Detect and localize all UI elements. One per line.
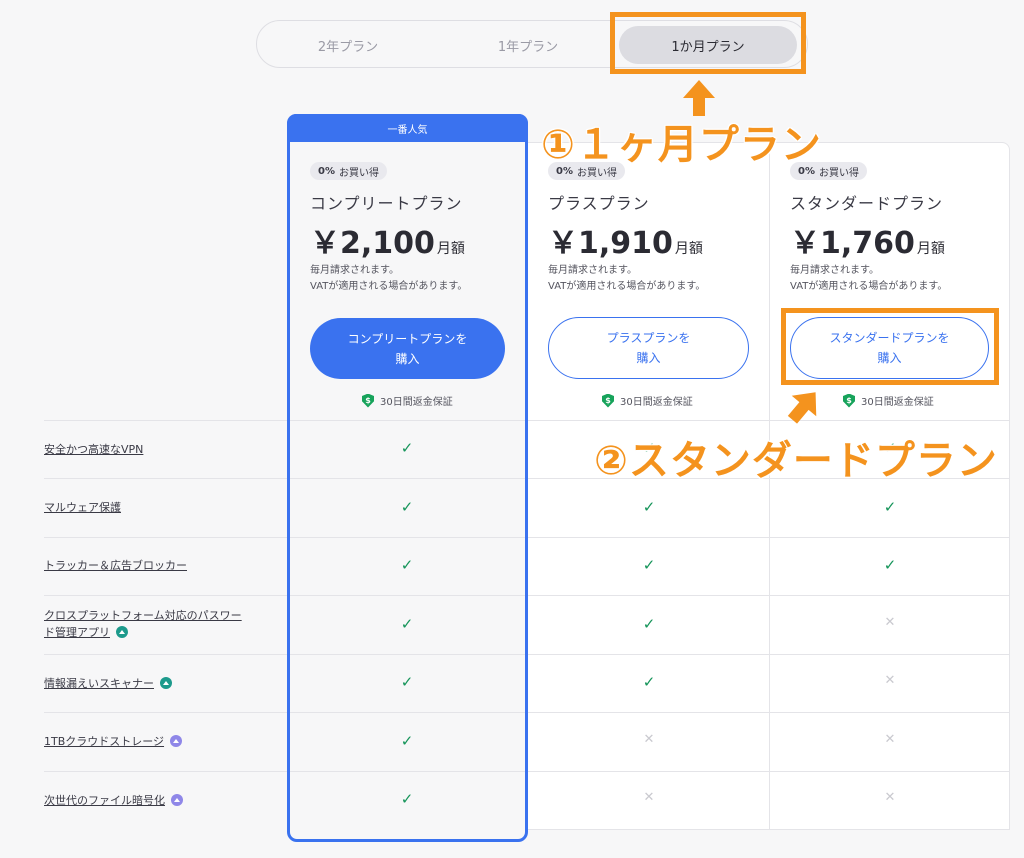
billing-note: 毎月請求されます。 VATが適用される場合があります。 (310, 265, 468, 292)
cross-icon: ✕ (884, 731, 896, 747)
check-icon: ✓ (400, 673, 414, 691)
cross-icon: ✕ (643, 731, 655, 747)
check-icon: ✓ (642, 556, 656, 574)
annotation-1-month-plan: ①１ヶ月プラン (541, 122, 822, 168)
check-icon: ✓ (400, 497, 414, 516)
cross-icon: ✕ (884, 673, 896, 688)
check-icon: ✓ (642, 614, 656, 633)
premium-teal-icon (116, 626, 128, 638)
check-icon: ✓ (400, 614, 414, 633)
cross-icon: ✕ (884, 614, 896, 630)
feature-label-encryption: 次世代のファイル暗号化 (44, 792, 183, 809)
shield-icon: $ (602, 393, 614, 408)
tab-1-year[interactable]: 1年プラン (439, 26, 617, 64)
check-icon: ✓ (400, 439, 414, 457)
feature-label-cloud-storage: 1TBクラウドストレージ (44, 733, 183, 750)
plan-name-complete: コンプリートプラン (310, 194, 463, 213)
cross-icon: ✕ (884, 790, 896, 805)
tab-2-year[interactable]: 2年プラン (259, 26, 437, 64)
premium-teal-icon (160, 677, 172, 689)
price-complete: ￥2,100 月額 (310, 226, 465, 261)
buy-standard-button[interactable]: スタンダードプランを 購入 (790, 317, 989, 379)
check-icon: ✓ (883, 556, 897, 574)
feature-label-breach-scanner: 情報漏えいスキャナー (44, 675, 172, 692)
arrow-up-icon (683, 80, 715, 116)
price-plus: ￥1,910 月額 (548, 226, 703, 261)
feature-label-tracker: トラッカー＆広告ブロッカー (44, 559, 187, 572)
tab-1-month[interactable]: 1か月プラン (619, 26, 797, 64)
shield-icon: $ (843, 393, 855, 408)
plan-name-plus: プラスプラン (548, 194, 650, 213)
discount-badge: 0% お買い得 (310, 162, 387, 180)
money-back-guarantee: $30日間返金保証 (843, 393, 934, 408)
feature-label-password-manager: クロスプラットフォーム対応のパスワー ド管理アプリ (44, 609, 242, 639)
check-icon: ✓ (642, 673, 656, 691)
feature-label-vpn: 安全かつ高速なVPN (44, 443, 144, 456)
buy-plus-button[interactable]: プラスプランを 購入 (548, 317, 749, 379)
check-icon: ✓ (400, 731, 414, 750)
price-standard: ￥1,760 月額 (790, 226, 945, 261)
plan-name-standard: スタンダードプラン (790, 194, 944, 213)
premium-purple-icon (170, 735, 183, 747)
money-back-guarantee: $30日間返金保証 (362, 393, 453, 408)
annotation-standard-plan: ②スタンダードプラン (594, 438, 998, 484)
billing-note: 毎月請求されます。 VATが適用される場合があります。 (548, 265, 706, 292)
check-icon: ✓ (400, 556, 414, 574)
plan-period-tabs: 2年プラン 1年プラン 1か月プラン (256, 20, 808, 68)
money-back-guarantee: $30日間返金保証 (602, 393, 693, 408)
feature-label-malware: マルウェア保護 (44, 501, 121, 514)
check-icon: ✓ (883, 497, 897, 516)
billing-note: 毎月請求されます。 VATが適用される場合があります。 (790, 265, 948, 292)
premium-purple-icon (171, 794, 183, 806)
buy-complete-button[interactable]: コンプリートプランを 購入 (310, 318, 505, 379)
shield-icon: $ (362, 393, 374, 408)
check-icon: ✓ (642, 497, 656, 516)
popular-banner: 一番人気 (287, 114, 528, 142)
check-icon: ✓ (400, 790, 414, 808)
cross-icon: ✕ (643, 790, 655, 805)
